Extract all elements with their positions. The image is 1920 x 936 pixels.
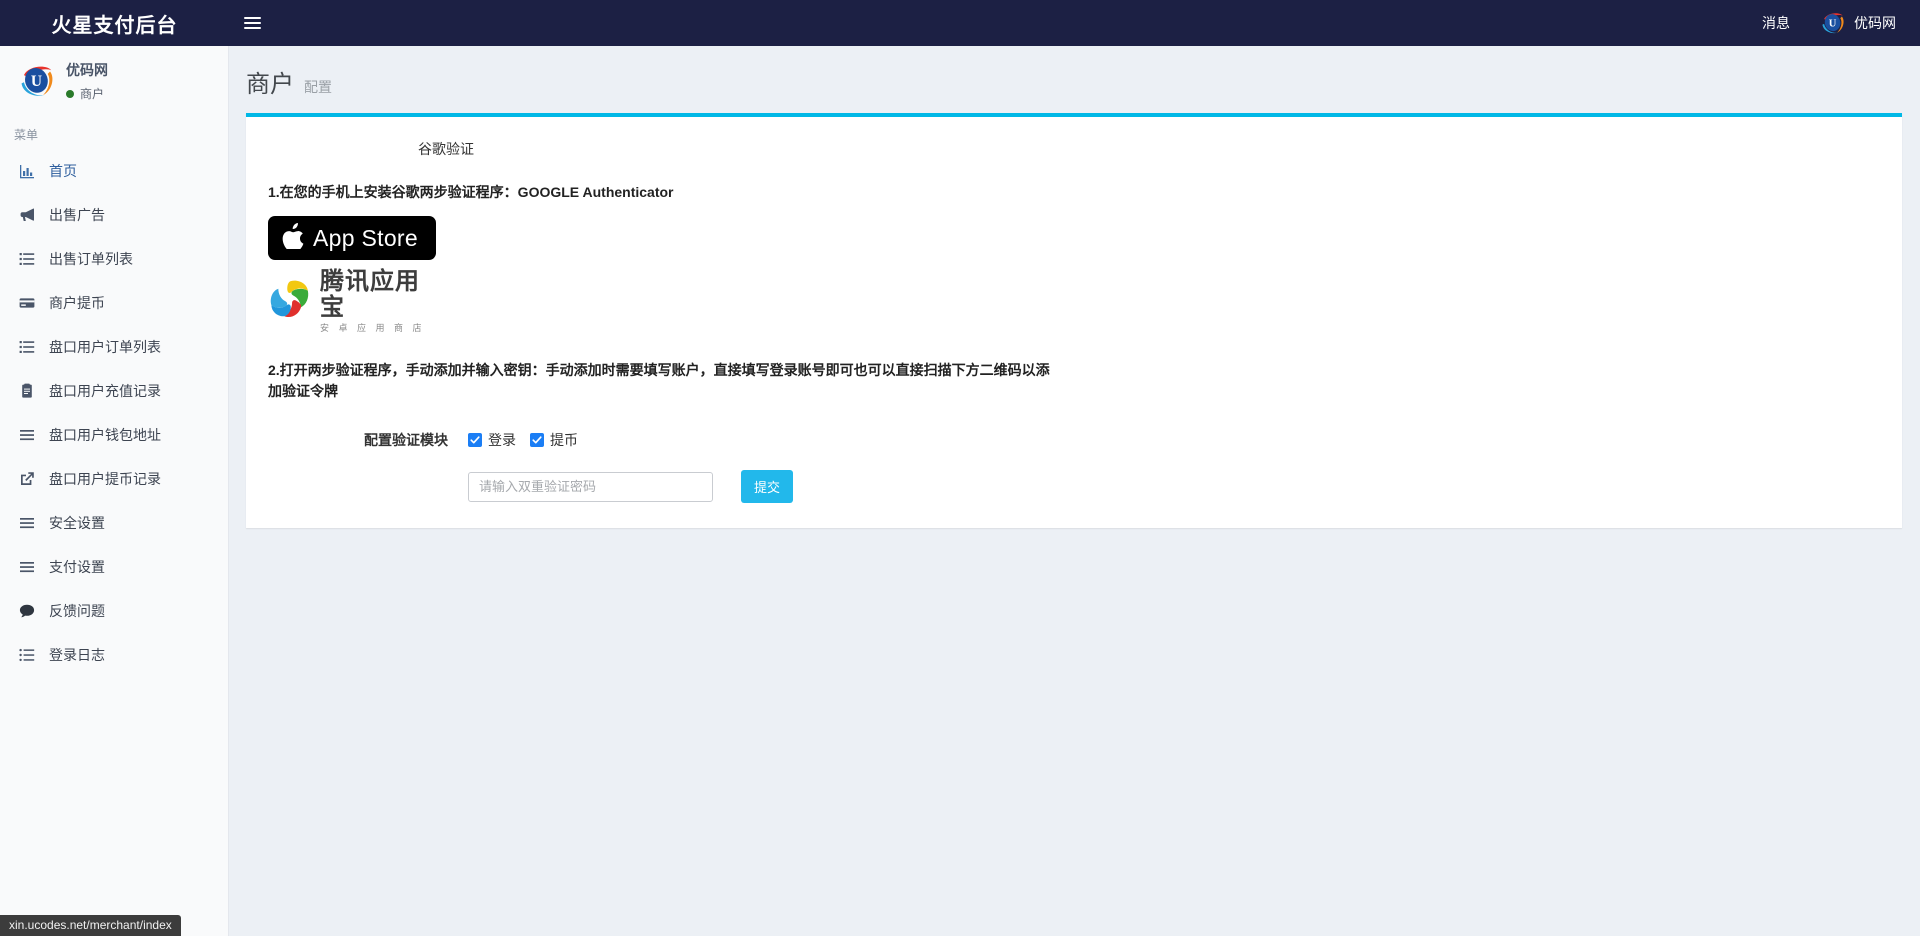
tencent-badge-main-label: 腾讯应用宝 — [320, 268, 420, 321]
sidebar-item-10[interactable]: 反馈问题 — [0, 589, 228, 633]
sidebar-item-label: 反馈问题 — [49, 603, 105, 619]
sidebar-item-label: 盘口用户提币记录 — [49, 471, 161, 487]
list-icon — [18, 251, 35, 268]
bars-icon — [18, 515, 35, 532]
sidebar-item-0[interactable]: 首页 — [0, 149, 228, 193]
sidebar-item-label: 出售广告 — [49, 207, 105, 223]
checkbox-withdraw[interactable] — [530, 433, 544, 447]
tencent-myapp-badge-button[interactable]: 腾讯应用宝 安 卓 应 用 商 店 — [268, 269, 443, 334]
external-link-icon — [18, 471, 35, 488]
sidebar-menu: 首页出售广告出售订单列表 商户提币盘口用户订单列表 盘口用户充值记录 盘口用户钱包地址… — [0, 149, 228, 677]
list-ul-icon — [18, 647, 35, 664]
bars-icon — [18, 427, 35, 444]
sidebar-profile-text: 优码网 商户 — [66, 60, 108, 102]
checkbox-login-label: 登录 — [488, 432, 516, 448]
tencent-badge-sub-label: 安 卓 应 用 商 店 — [320, 323, 426, 333]
comment-icon — [18, 603, 35, 620]
svg-text:U: U — [1829, 18, 1837, 29]
sidebar-item-3[interactable]: 商户提币 — [0, 281, 228, 325]
clipboard-icon — [18, 383, 35, 400]
password-submit-row: 提交 — [268, 470, 1880, 503]
app-store-badge-button[interactable]: App Store — [268, 216, 436, 260]
sidebar-item-label: 支付设置 — [49, 559, 105, 575]
sidebar-item-label: 出售订单列表 — [49, 251, 133, 267]
card-body: 谷歌验证 1.在您的手机上安装谷歌两步验证程序：GOOGLE Authentic… — [246, 117, 1902, 503]
online-status-dot-icon — [66, 89, 74, 98]
sidebar-profile[interactable]: U 优码网 商户 — [0, 46, 228, 114]
sidebar-item-6[interactable]: 盘口用户钱包地址 — [0, 413, 228, 457]
messages-link[interactable]: 消息 — [1746, 0, 1806, 46]
tencent-myapp-logo-icon — [268, 277, 312, 326]
sidebar-profile-name: 优码网 — [66, 62, 108, 78]
sidebar-item-label: 登录日志 — [49, 647, 105, 663]
status-bar-url: xin.ucodes.net/merchant/index — [0, 915, 181, 936]
top-navbar: 火星支付后台 消息 U 优码网 — [0, 0, 1920, 46]
verify-module-row: 配置验证模块 登录 提币 — [268, 430, 1880, 450]
checkbox-login[interactable] — [468, 433, 482, 447]
submit-button[interactable]: 提交 — [741, 470, 794, 503]
sidebar-item-label: 盘口用户钱包地址 — [49, 427, 161, 443]
sidebar-item-7[interactable]: 盘口用户提币记录 — [0, 457, 228, 501]
verify-module-checkbox-group: 登录 提币 — [468, 430, 586, 450]
bars-icon — [18, 559, 35, 576]
hamburger-bar — [243, 27, 261, 29]
step-2-text: 2.打开两步验证程序，手动添加并输入密钥：手动添加时需要填写账户，直接填写登录账… — [268, 362, 1050, 399]
main-content: 商户 配置 谷歌验证 1.在您的手机上安装谷歌两步验证程序：GOOGLE Aut… — [230, 46, 1920, 936]
user-menu-label: 优码网 — [1854, 15, 1896, 31]
google-auth-card: 谷歌验证 1.在您的手机上安装谷歌两步验证程序：GOOGLE Authentic… — [246, 113, 1902, 528]
apple-icon — [282, 222, 304, 254]
sidebar-item-label: 盘口用户充值记录 — [49, 383, 161, 399]
hamburger-bar — [243, 17, 261, 19]
bar-chart-icon — [18, 163, 35, 180]
svg-text:U: U — [31, 73, 42, 90]
app-store-label: App Store — [313, 224, 418, 251]
checkbox-withdraw-label: 提币 — [550, 432, 578, 448]
page-title: 商户 — [246, 71, 294, 98]
page-header: 商户 配置 — [230, 46, 1920, 113]
tencent-badge-text: 腾讯应用宝 安 卓 应 用 商 店 — [320, 269, 443, 334]
step-1-text: 1.在您的手机上安装谷歌两步验证程序：GOOGLE Authenticator — [268, 184, 674, 200]
hamburger-icon[interactable] — [229, 0, 275, 46]
sidebar-section-header: 菜单 — [14, 128, 39, 142]
sidebar: U 优码网 商户 菜单 首页出售广告出售订单列表 商户提币盘口用户订单列表 盘口用户… — [0, 46, 229, 936]
sidebar-item-label: 盘口用户订单列表 — [49, 339, 161, 355]
list-icon — [18, 339, 35, 356]
verify-module-label: 配置验证模块 — [364, 432, 448, 448]
navbar-right-group: 消息 U 优码网 — [1746, 0, 1920, 46]
user-menu[interactable]: U 优码网 — [1806, 10, 1902, 36]
hamburger-bar — [243, 22, 261, 24]
page-subtitle: 配置 — [304, 79, 332, 95]
sidebar-item-4[interactable]: 盘口用户订单列表 — [0, 325, 228, 369]
ucodes-u-logo-icon: U — [1820, 10, 1846, 36]
app-brand-title: 火星支付后台 — [51, 14, 178, 37]
two-factor-password-input[interactable] — [468, 471, 713, 502]
google-auth-section-title: 谷歌验证 — [418, 141, 474, 157]
sidebar-item-2[interactable]: 出售订单列表 — [0, 237, 228, 281]
sidebar-item-8[interactable]: 安全设置 — [0, 501, 228, 545]
sidebar-item-5[interactable]: 盘口用户充值记录 — [0, 369, 228, 413]
credit-card-icon — [18, 295, 35, 312]
ucodes-u-logo-icon: U — [18, 62, 56, 100]
sidebar-profile-role-label: 商户 — [80, 87, 105, 101]
sidebar-item-label: 首页 — [49, 163, 77, 179]
sidebar-item-label: 商户提币 — [49, 295, 105, 311]
bullhorn-icon — [18, 207, 35, 224]
sidebar-item-11[interactable]: 登录日志 — [0, 633, 228, 677]
sidebar-item-9[interactable]: 支付设置 — [0, 545, 228, 589]
sidebar-item-1[interactable]: 出售广告 — [0, 193, 228, 237]
sidebar-item-label: 安全设置 — [49, 515, 105, 531]
sidebar-profile-role: 商户 — [66, 85, 108, 102]
